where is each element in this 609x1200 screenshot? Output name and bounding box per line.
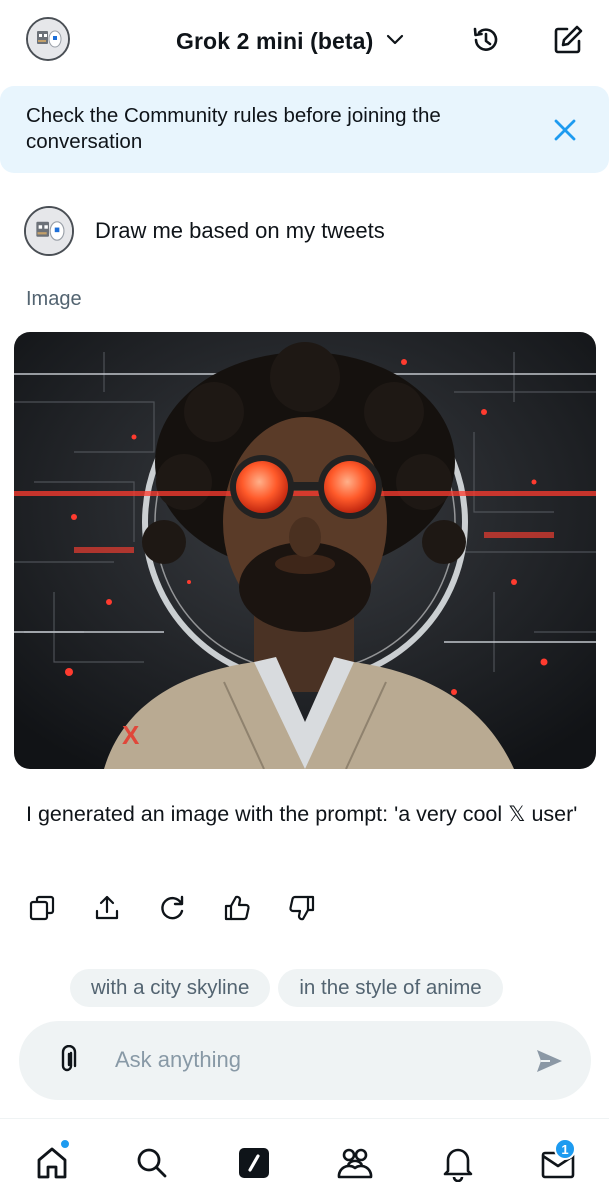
thumbs-up-icon[interactable] bbox=[219, 890, 255, 926]
history-icon[interactable] bbox=[466, 20, 506, 60]
suggestion-chips: with a city skyline in the style of anim… bbox=[70, 969, 503, 1007]
user-avatar bbox=[24, 206, 74, 256]
svg-text:X: X bbox=[122, 720, 140, 750]
thumbs-down-icon[interactable] bbox=[284, 890, 320, 926]
ask-input-bar bbox=[19, 1021, 591, 1100]
model-title: Grok 2 mini (beta) bbox=[176, 27, 374, 54]
bottom-nav: 1 bbox=[0, 1119, 609, 1200]
top-header: Grok 2 mini (beta) bbox=[0, 0, 609, 82]
response-actions bbox=[24, 890, 349, 926]
close-icon[interactable] bbox=[549, 114, 581, 146]
messages-badge: 1 bbox=[554, 1138, 576, 1160]
send-icon[interactable] bbox=[531, 1043, 567, 1079]
model-selector[interactable]: Grok 2 mini (beta) bbox=[176, 24, 407, 58]
grok-avatar-icon[interactable] bbox=[26, 17, 70, 61]
user-message-row: Draw me based on my tweets bbox=[24, 205, 385, 257]
home-notification-dot bbox=[60, 1139, 70, 1149]
suggestion-chip[interactable]: with a city skyline bbox=[70, 969, 271, 1007]
compose-icon[interactable] bbox=[548, 20, 588, 60]
generated-image[interactable]: X bbox=[14, 332, 596, 769]
user-message-text: Draw me based on my tweets bbox=[95, 218, 385, 243]
search-icon[interactable] bbox=[130, 1141, 174, 1185]
response-text: I generated an image with the prompt: 'a… bbox=[26, 802, 578, 826]
share-icon[interactable] bbox=[89, 890, 125, 926]
image-label: Image bbox=[26, 288, 82, 310]
chevron-down-icon bbox=[383, 27, 407, 56]
banner-text: Check the Community rules before joining… bbox=[26, 104, 441, 153]
copy-icon[interactable] bbox=[24, 890, 60, 926]
ask-input[interactable] bbox=[115, 1043, 505, 1077]
paperclip-icon[interactable] bbox=[54, 1045, 84, 1075]
regenerate-icon[interactable] bbox=[154, 890, 190, 926]
suggestion-chip[interactable]: in the style of anime bbox=[278, 969, 503, 1007]
community-rules-banner: Check the Community rules before joining… bbox=[0, 86, 609, 173]
home-icon[interactable] bbox=[30, 1139, 74, 1185]
grok-icon[interactable] bbox=[232, 1141, 276, 1185]
messages-icon[interactable]: 1 bbox=[536, 1138, 580, 1185]
communities-icon[interactable] bbox=[333, 1141, 377, 1185]
notifications-icon[interactable] bbox=[436, 1141, 480, 1185]
